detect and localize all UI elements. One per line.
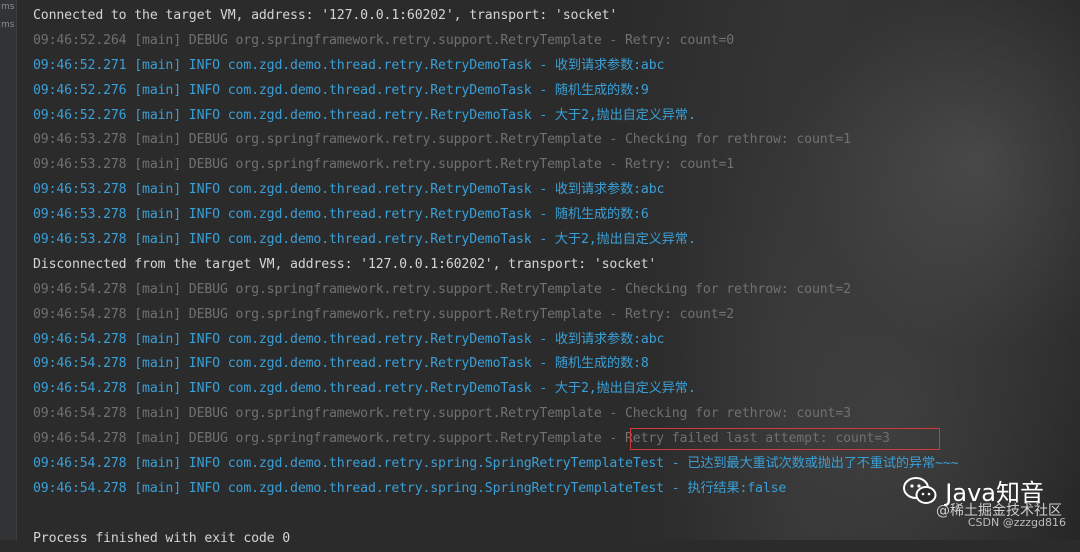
console-line: 09:46:54.278 [main] INFO com.zgd.demo.th… (33, 356, 649, 372)
console-line: 09:46:54.278 [main] DEBUG org.springfram… (33, 406, 851, 422)
console-line: 09:46:53.278 [main] DEBUG org.springfram… (33, 157, 735, 173)
console-line: Connected to the target VM, address: '12… (33, 8, 618, 23)
console-line: 09:46:52.276 [main] INFO com.zgd.demo.th… (33, 82, 649, 98)
gutter-label: ms (1, 20, 15, 30)
console-line: 09:46:53.278 [main] INFO com.zgd.demo.th… (33, 207, 649, 223)
tool-window-gutter: ms ms (0, 0, 17, 540)
console-line: 09:46:54.278 [main] INFO com.zgd.demo.th… (33, 381, 696, 397)
console-line: 09:46:53.278 [main] INFO com.zgd.demo.th… (33, 232, 696, 248)
console-line: 09:46:54.278 [main] DEBUG org.springfram… (33, 306, 735, 322)
run-console-output[interactable]: Connected to the target VM, address: '12… (33, 4, 1080, 552)
console-line: Process finished with exit code 0 (33, 530, 291, 546)
console-line: 09:46:54.278 [main] DEBUG org.springfram… (33, 281, 851, 297)
console-line: 09:46:52.271 [main] INFO com.zgd.demo.th… (33, 57, 665, 73)
watermark-csdn: CSDN @zzzgd816 (967, 516, 1066, 529)
highlight-box (630, 428, 940, 450)
console-line: 09:46:53.278 [main] DEBUG org.springfram… (33, 132, 851, 148)
wechat-icon (903, 476, 937, 504)
console-line: 09:46:53.278 [main] INFO com.zgd.demo.th… (33, 182, 665, 198)
gutter-label: ms (1, 2, 15, 12)
console-line: 09:46:54.278 [main] INFO com.zgd.demo.th… (33, 331, 665, 347)
console-line: 09:46:52.264 [main] DEBUG org.springfram… (33, 32, 735, 48)
console-line: Disconnected from the target VM, address… (33, 256, 657, 272)
console-line: 09:46:52.276 [main] INFO com.zgd.demo.th… (33, 107, 696, 123)
